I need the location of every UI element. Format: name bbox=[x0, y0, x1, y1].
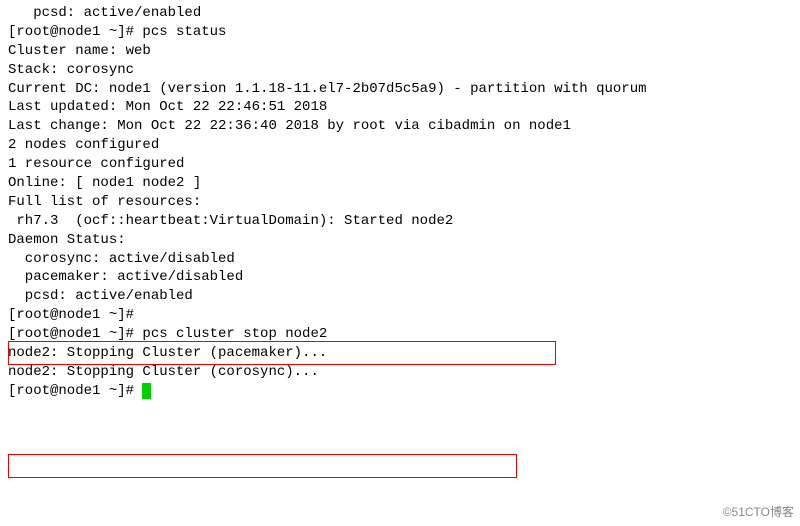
terminal-line: pacemaker: active/disabled bbox=[8, 268, 792, 287]
terminal-prompt-text: [root@node1 ~]# bbox=[8, 383, 142, 399]
terminal-line: Last updated: Mon Oct 22 22:46:51 2018 bbox=[8, 98, 792, 117]
terminal-line: 2 nodes configured bbox=[8, 136, 792, 155]
highlight-box-command bbox=[8, 454, 517, 478]
terminal-line: Cluster name: web bbox=[8, 42, 792, 61]
terminal-line: rh7.3 (ocf::heartbeat:VirtualDomain): St… bbox=[8, 212, 792, 231]
terminal-line: Online: [ node1 node2 ] bbox=[8, 174, 792, 193]
terminal-line: pcsd: active/enabled bbox=[8, 287, 792, 306]
terminal-line: corosync: active/disabled bbox=[8, 250, 792, 269]
terminal-line: Full list of resources: bbox=[8, 193, 792, 212]
terminal-line: Last change: Mon Oct 22 22:36:40 2018 by… bbox=[8, 117, 792, 136]
terminal-line: node2: Stopping Cluster (pacemaker)... bbox=[8, 344, 792, 363]
terminal-prompt-line[interactable]: [root@node1 ~]# bbox=[8, 382, 792, 401]
terminal-line: Daemon Status: bbox=[8, 231, 792, 250]
terminal-line: [root@node1 ~]# pcs cluster stop node2 bbox=[8, 325, 792, 344]
terminal-line: Current DC: node1 (version 1.1.18-11.el7… bbox=[8, 80, 792, 99]
cursor-icon bbox=[142, 383, 151, 399]
terminal-line: [root@node1 ~]# pcs status bbox=[8, 23, 792, 42]
terminal-line: 1 resource configured bbox=[8, 155, 792, 174]
terminal-line: [root@node1 ~]# bbox=[8, 306, 792, 325]
watermark-text: ©51CTO博客 bbox=[723, 504, 794, 520]
terminal-line: node2: Stopping Cluster (corosync)... bbox=[8, 363, 792, 382]
terminal-line: pcsd: active/enabled bbox=[8, 4, 792, 23]
terminal-line: Stack: corosync bbox=[8, 61, 792, 80]
